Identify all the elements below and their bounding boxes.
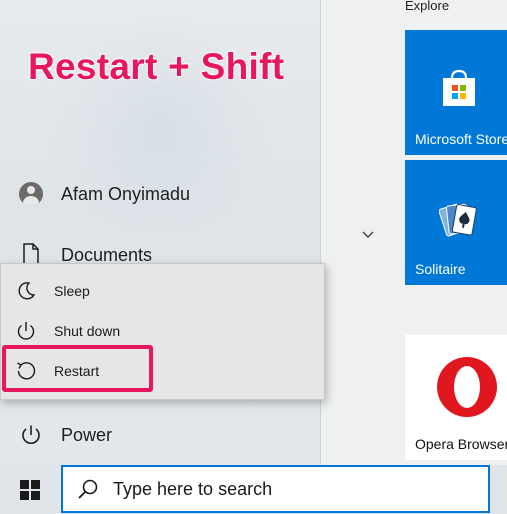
tile-microsoft-store[interactable]: Microsoft Store [405,30,507,155]
taskbar-search-box[interactable]: Type here to search [61,465,490,513]
restart-highlight-box [2,345,153,392]
search-placeholder: Type here to search [113,478,273,499]
tile-label: Solitaire [415,261,466,277]
tile-opera-browser[interactable]: Opera Browser [405,335,507,460]
tile-label: Microsoft Store [415,131,507,147]
moon-icon [15,280,37,302]
tile-label: Opera Browser [415,436,507,452]
playing-cards-icon [439,203,477,237]
avatar [18,181,44,207]
shut-down-option[interactable]: Shut down [15,320,120,342]
shut-down-label: Shut down [54,323,121,339]
power-icon [18,422,44,448]
store-bag-icon [443,69,475,106]
user-name: Afam Onyimadu [61,183,191,204]
user-avatar-icon [19,182,43,206]
power-label: Power [61,424,113,445]
tile-group-label: Explore [405,0,450,13]
user-account-item[interactable]: Afam Onyimadu [18,181,190,207]
taskbar: Type here to search [0,465,507,514]
start-button[interactable] [0,465,60,514]
search-icon [78,479,98,499]
overlay-title: Restart + Shift [27,45,285,88]
power-item[interactable]: Power [18,422,112,448]
tile-solitaire[interactable]: Solitaire [405,160,507,285]
sleep-option[interactable]: Sleep [15,280,90,302]
power-icon [15,320,37,342]
sleep-label: Sleep [54,283,90,299]
chevron-down-icon[interactable] [361,228,375,242]
windows-logo-icon [20,479,40,500]
opera-logo-icon [437,357,497,417]
